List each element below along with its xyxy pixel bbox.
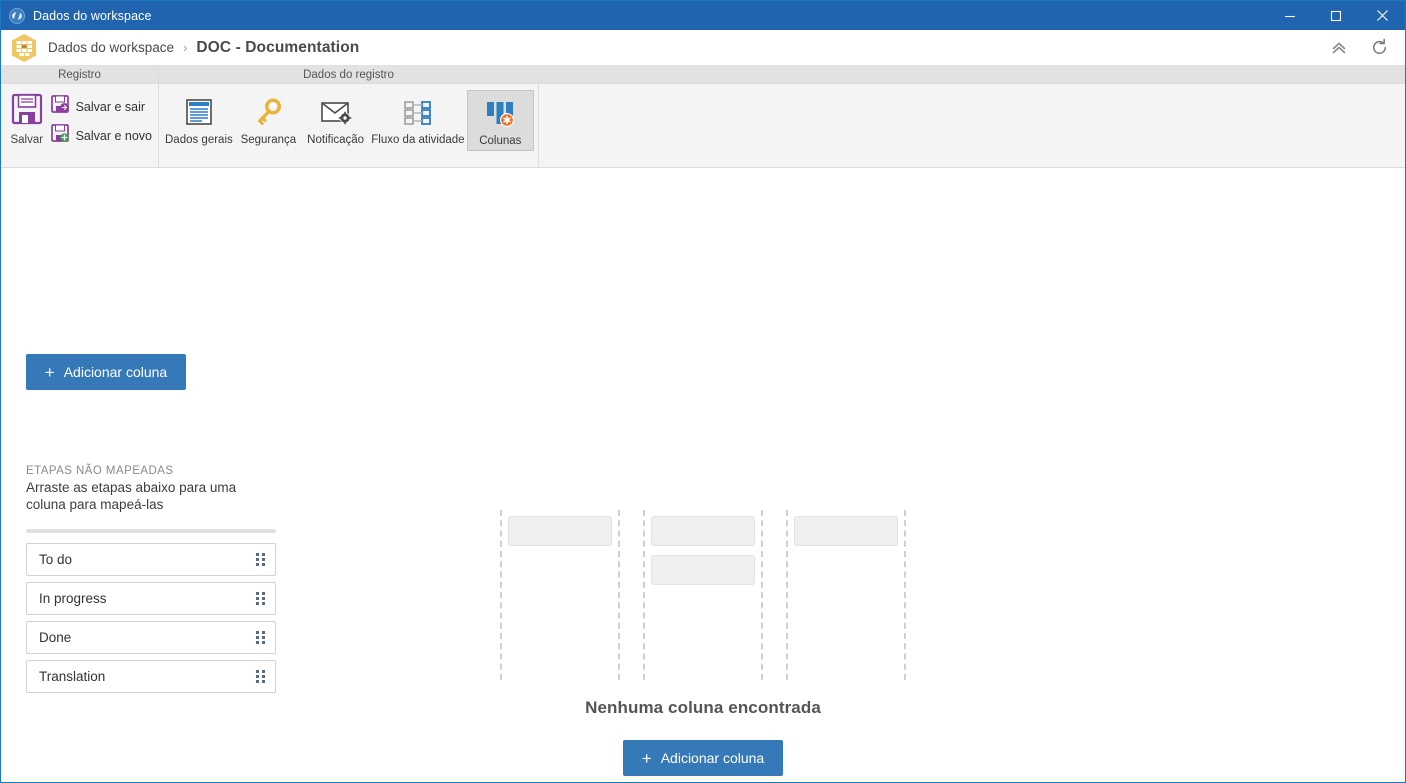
refresh-icon[interactable] bbox=[1369, 38, 1389, 58]
tab-colunas-label: Colunas bbox=[479, 135, 522, 147]
tab-seguranca[interactable]: Segurança bbox=[235, 90, 302, 149]
title-bar-left: Dados do workspace bbox=[1, 7, 1267, 24]
workflow-icon bbox=[398, 94, 438, 132]
ribbon-group-registro-title: Registro bbox=[1, 66, 158, 84]
main-content: + Adicionar coluna ETAPAS NÃO MAPEADAS A… bbox=[1, 168, 1405, 782]
maximize-button[interactable] bbox=[1313, 1, 1359, 30]
placeholder-column bbox=[643, 510, 763, 680]
unmapped-stages-kicker: ETAPAS NÃO MAPEADAS bbox=[26, 465, 174, 477]
close-button[interactable] bbox=[1359, 1, 1405, 30]
save-and-exit-button[interactable]: Salvar e sair bbox=[49, 94, 154, 119]
envelope-gear-icon bbox=[319, 94, 353, 132]
tab-dados-gerais[interactable]: Dados gerais bbox=[163, 90, 235, 149]
empty-state: Nenhuma coluna encontrada + Adicionar co… bbox=[1, 510, 1405, 776]
add-column-button-empty-state[interactable]: + Adicionar coluna bbox=[623, 740, 783, 776]
placeholder-column bbox=[786, 510, 906, 680]
tab-notificacao-label: Notificação bbox=[307, 134, 365, 146]
workspace-globe-icon bbox=[9, 7, 25, 24]
placeholder-card bbox=[651, 516, 755, 546]
ribbon-group-registro: Registro Salvar Salvar e sair Salvar e n… bbox=[1, 66, 159, 167]
ribbon-group-empty-body bbox=[539, 84, 1405, 167]
plus-icon: + bbox=[44, 362, 55, 382]
window-controls bbox=[1267, 1, 1405, 30]
placeholder-card bbox=[794, 516, 898, 546]
general-data-icon bbox=[183, 94, 215, 132]
placeholder-board bbox=[500, 510, 906, 680]
window-title: Dados do workspace bbox=[33, 8, 152, 23]
save-and-new-button[interactable]: Salvar e novo bbox=[49, 123, 154, 148]
tab-notificacao[interactable]: Notificação bbox=[302, 90, 369, 149]
tab-fluxo-da-atividade-label: Fluxo da atividade bbox=[371, 134, 465, 146]
placeholder-card bbox=[508, 516, 612, 546]
breadcrumb-bar: Dados do workspace › DOC - Documentation bbox=[1, 30, 1405, 66]
save-floppy-icon bbox=[10, 92, 44, 131]
unmapped-stages-description: Arraste as etapas abaixo para uma coluna… bbox=[26, 480, 237, 512]
save-button-label: Salvar bbox=[10, 134, 44, 146]
page-title: DOC - Documentation bbox=[196, 38, 360, 56]
placeholder-card bbox=[651, 555, 755, 585]
minimize-button[interactable] bbox=[1267, 1, 1313, 30]
tab-colunas[interactable]: Colunas bbox=[466, 90, 534, 151]
empty-state-title: Nenhuma coluna encontrada bbox=[585, 698, 821, 717]
ribbon-group-dados-body: Dados gerais Segurança Notificação Fluxo… bbox=[159, 84, 538, 167]
add-column-button-empty-state-label: Adicionar coluna bbox=[660, 750, 765, 766]
ribbon-group-empty-title bbox=[539, 66, 1405, 84]
collapse-ribbon-icon[interactable] bbox=[1329, 38, 1349, 58]
header-actions bbox=[1329, 38, 1395, 58]
workspace-hexagon-logo bbox=[10, 33, 38, 63]
tab-dados-gerais-label: Dados gerais bbox=[165, 134, 233, 146]
ribbon-toolbar: Registro Salvar Salvar e sair Salvar e n… bbox=[1, 66, 1405, 168]
ribbon-group-dados-title: Dados do registro bbox=[159, 66, 538, 84]
breadcrumb-root[interactable]: Dados do workspace bbox=[48, 40, 174, 55]
tab-fluxo-da-atividade[interactable]: Fluxo da atividade bbox=[369, 90, 466, 149]
ribbon-group-registro-body: Salvar Salvar e sair Salvar e novo bbox=[1, 84, 158, 167]
tab-seguranca-label: Segurança bbox=[240, 134, 297, 146]
save-and-new-icon bbox=[50, 124, 69, 147]
add-column-button-top[interactable]: + Adicionar coluna bbox=[26, 354, 186, 390]
add-column-button-top-label: Adicionar coluna bbox=[63, 364, 168, 380]
save-and-new-label: Salvar e novo bbox=[75, 128, 152, 143]
columns-icon bbox=[483, 95, 517, 133]
save-secondary-buttons: Salvar e sair Salvar e novo bbox=[49, 90, 154, 148]
app-window: Dados do workspace Dados do workspace › … bbox=[0, 0, 1406, 783]
save-and-exit-label: Salvar e sair bbox=[75, 99, 146, 114]
ribbon-group-empty bbox=[539, 66, 1405, 167]
save-and-exit-icon bbox=[50, 95, 69, 118]
key-icon bbox=[252, 94, 284, 132]
title-bar: Dados do workspace bbox=[1, 1, 1405, 30]
plus-icon: + bbox=[641, 748, 652, 768]
ribbon-group-dados-do-registro: Dados do registro Dados gerais Segurança… bbox=[159, 66, 539, 167]
save-button[interactable]: Salvar bbox=[5, 90, 49, 146]
breadcrumb: Dados do workspace › DOC - Documentation bbox=[10, 33, 1329, 63]
placeholder-column bbox=[500, 510, 620, 680]
breadcrumb-separator-icon: › bbox=[183, 40, 188, 55]
